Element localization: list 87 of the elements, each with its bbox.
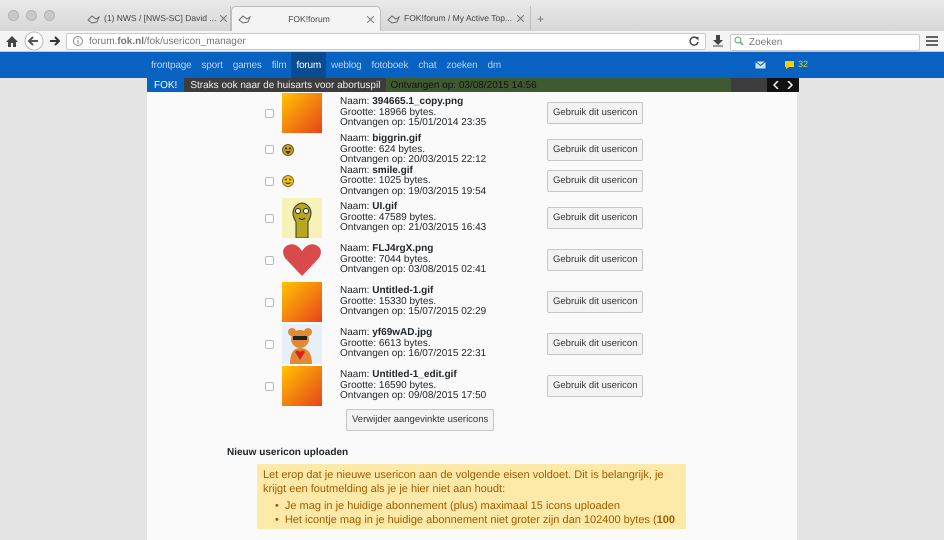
gradient-image (282, 366, 322, 406)
received-date: Ontvangen op: 15/01/2014 23:35 (340, 118, 488, 129)
received-date: Ontvangen op: 20/03/2015 22:12 (340, 155, 488, 166)
notice-text: Let erop dat je nieuwe usericon aan de volgende eisen voldoet. Dit is belangrijk, je krijgt een foutmelding als je je hier niet aan houdt: (263, 468, 665, 496)
checkbox[interactable] (265, 298, 274, 306)
received-date: Ontvangen op: 15/07/2015 02:29 (340, 307, 488, 318)
chevron-left-icon[interactable] (773, 81, 779, 89)
forward-icon[interactable] (50, 36, 60, 46)
received-date: Ontvangen op: 19/03/2015 19:54 (340, 186, 488, 197)
file-name: Naam: FLJ4rgX.png (340, 244, 434, 254)
file-name: Naam: Untitled-1_edit.gif (340, 370, 458, 380)
ticker-label: FOK! (147, 78, 184, 92)
info-icon (73, 36, 83, 46)
file-size: Grootte: 15330 bytes. (340, 296, 436, 307)
gradient-image (282, 93, 322, 133)
rule-item: Je mag in je huidige abonnement (plus) maximaal 15 icons uploaden (284, 499, 620, 514)
snake-drawing (282, 198, 322, 238)
file-size: Grootte: 6613 bytes. (340, 338, 431, 349)
received-date: Ontvangen op: 09/08/2015 17:50 (340, 391, 488, 402)
received-date: Ontvangen op: 16/07/2015 22:31 (340, 349, 488, 360)
checkbox[interactable] (265, 108, 274, 118)
use-usericon-button[interactable]: Gebruik dit usericon (547, 170, 644, 192)
use-usericon-button[interactable]: Gebruik dit usericon (547, 290, 644, 314)
chat-bubble-icon[interactable] (784, 60, 795, 70)
nav-link[interactable]: sport (196, 52, 228, 78)
reload-icon[interactable] (689, 36, 699, 46)
download-icon[interactable] (712, 35, 724, 47)
use-usericon-button[interactable]: Gebruik dit usericon (547, 374, 644, 398)
file-size: Grootte: 624 bytes. (340, 144, 426, 154)
smiley-icon (282, 175, 294, 188)
file-size: Grootte: 16590 bytes. (340, 380, 436, 391)
checkbox[interactable] (265, 176, 274, 186)
grinning-smiley-icon (282, 144, 294, 156)
search-field[interactable]: Zoeken (730, 34, 920, 50)
nav-link[interactable]: zoeken (441, 52, 482, 78)
rule-item: Het icontje mag in je huidige abonnement niet groter zijn dan 102400 bytes (100 (284, 513, 676, 528)
cartoon-bear-image (282, 324, 322, 364)
file-name: Naam: 394665.1_copy.png (340, 97, 464, 108)
close-icon[interactable] (220, 15, 228, 22)
nav-link[interactable]: frontpage (146, 52, 196, 78)
use-usericon-button[interactable]: Gebruik dit usericon (547, 248, 644, 272)
use-usericon-button[interactable]: Gebruik dit usericon (547, 206, 644, 230)
bullet-icon: • (275, 513, 279, 528)
checkbox[interactable] (265, 145, 274, 154)
back-icon[interactable] (24, 31, 44, 51)
file-size: Grootte: 7044 bytes. (340, 254, 431, 265)
menu-icon[interactable] (926, 36, 938, 46)
nav-link[interactable]: weblog (326, 52, 367, 78)
mail-icon[interactable] (754, 61, 766, 69)
close-icon[interactable] (517, 15, 524, 22)
chat-count: 32 (798, 58, 808, 72)
nav-link[interactable]: fotoboek (366, 52, 414, 78)
new-tab-button[interactable]: + (531, 10, 550, 31)
chevron-right-icon[interactable] (787, 81, 793, 89)
received-date: Ontvangen op: 03/08/2015 14:56 (386, 78, 732, 92)
file-size: Grootte: 18966 bytes. (340, 108, 436, 118)
bullet-icon: • (275, 499, 279, 514)
section-heading: Nieuw usericon uploaden (227, 446, 350, 460)
file-name: Naam: biggrin.gif (340, 134, 422, 144)
file-size: Grootte: 47589 bytes. (340, 212, 436, 223)
file-name: Naam: yf69wAD.jpg (340, 328, 434, 338)
checkbox[interactable] (265, 214, 274, 222)
nav-link[interactable]: dm (482, 52, 506, 78)
file-name: Naam: Untitled-1.gif (340, 286, 434, 296)
close-icon[interactable] (367, 16, 374, 22)
use-usericon-button[interactable]: Gebruik dit usericon (547, 332, 644, 356)
file-name: Naam: UI.gif (340, 202, 398, 213)
checkbox[interactable] (265, 340, 274, 348)
nav-link[interactable]: forum (291, 52, 326, 78)
browser-tab[interactable]: FOK!forum (231, 6, 381, 31)
nav-link[interactable]: chat (413, 52, 442, 78)
received-date: Ontvangen op: 21/03/2015 16:43 (340, 223, 488, 234)
use-usericon-button[interactable]: Gebruik dit usericon (547, 102, 644, 124)
checkbox[interactable] (265, 382, 274, 390)
ticker-headline[interactable]: Straks ook naar de huisarts voor abortuspil (184, 78, 386, 92)
delete-checked-button[interactable]: Verwijder aangevinkte usericons (346, 409, 494, 432)
received-date: Ontvangen op: 03/08/2015 02:41 (340, 265, 488, 276)
home-icon[interactable] (6, 36, 18, 46)
file-name: Naam: smile.gif (340, 166, 414, 176)
gradient-image (282, 282, 322, 322)
address-bar[interactable]: forum.fok.nl/fok/usericon_manager (66, 32, 706, 50)
nav-link[interactable]: film (266, 52, 292, 78)
checkbox[interactable] (265, 256, 274, 264)
heart-drawing (282, 243, 322, 277)
use-usericon-button[interactable]: Gebruik dit usericon (547, 138, 644, 161)
nav-link[interactable]: games (228, 52, 267, 78)
file-size: Grootte: 1025 bytes. (340, 176, 432, 186)
